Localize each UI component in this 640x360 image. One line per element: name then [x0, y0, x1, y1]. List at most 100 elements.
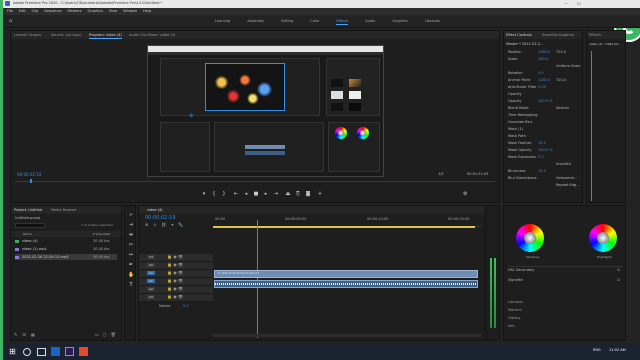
panel-markers[interactable]: Markers [508, 306, 623, 314]
ec-row[interactable]: Opacity [508, 91, 580, 97]
tab-source[interactable]: Source: (no clips) [51, 32, 81, 38]
track-toggle-icons[interactable]: 🔒 ◉ 👁 [167, 270, 183, 275]
tab-essential-graphics[interactable]: Essential Graphics [542, 32, 574, 38]
col-frame-rate[interactable]: Frame Rate [93, 232, 110, 236]
track-label[interactable]: A3 [147, 295, 155, 299]
track-header[interactable]: V3 🔒 ◉ 👁 [139, 254, 213, 262]
ec-row-value[interactable]: 100.0 % [538, 98, 552, 104]
play-icon[interactable]: ■ [253, 191, 259, 197]
home-icon[interactable]: ⌂ [9, 18, 12, 24]
menu-view[interactable]: View [109, 8, 117, 15]
ec-sequence-label[interactable]: video (4) * 2021-02... [589, 41, 623, 48]
ec-row[interactable]: Mask Feather 10.0 [508, 140, 580, 146]
ec-master-row[interactable]: Master * 2021-02-2... [506, 41, 582, 48]
ec-row[interactable]: Blend Mode Normal [508, 105, 580, 111]
menu-edit[interactable]: Edit [19, 8, 26, 15]
ec-row-value-2[interactable]: 720.0 [556, 49, 566, 55]
project-search-input[interactable] [15, 223, 45, 228]
pen-tool-icon[interactable]: ✒ [128, 262, 134, 268]
program-timecode[interactable]: 00:00:02:19 [17, 172, 41, 177]
program-playhead[interactable] [30, 179, 32, 183]
menu-clip[interactable]: Clip [32, 8, 39, 15]
track-header[interactable]: V2 🔒 ◉ 👁 [139, 262, 213, 270]
audio-clip[interactable] [214, 280, 478, 288]
selection-tool-icon[interactable]: ➤ [128, 212, 134, 218]
ec-row[interactable]: Anti-flicker Filter 0.00 [508, 84, 580, 90]
timeline-scrollbar[interactable] [213, 334, 481, 337]
timeline-ruler[interactable]: 00:00 00:00:05:00 00:00:10:00 00:00:15:0… [213, 215, 481, 228]
ec-row[interactable]: Gaussian Blur [508, 119, 580, 125]
nest-icon[interactable]: ⊞ [145, 222, 148, 227]
tab-audio-clip-mixer[interactable]: Audio Clip Mixer: video (4) [129, 32, 175, 38]
timeline-playhead[interactable] [257, 220, 258, 338]
ec-row-value-2[interactable]: Normal [556, 105, 569, 111]
new-item-icon[interactable]: ▢ [103, 332, 107, 337]
project-item[interactable]: video (1).mp4 30.00 fps [15, 246, 117, 252]
slip-tool-icon[interactable]: ↔ [128, 252, 134, 258]
ec-row[interactable]: Blurriness 70.0 [508, 168, 580, 174]
go-to-in-icon[interactable]: ⇤ [233, 191, 239, 197]
monitor-settings-icon[interactable]: ⚙ [463, 191, 467, 197]
ec-row[interactable]: Mask Opacity 100.0 % [508, 147, 580, 153]
ec-row-value[interactable]: 0.0 [538, 154, 544, 160]
fit-dropdown[interactable]: 1/2 [438, 172, 444, 176]
video-clip[interactable]: fx 2021-02-26 22-09-13.mp4 [V] [214, 270, 478, 278]
timeline-settings-icon[interactable]: 🔧 [178, 222, 183, 227]
export-frame-icon[interactable]: ◙ [305, 191, 311, 197]
anchor-point-icon[interactable]: ⊕ [189, 113, 193, 119]
step-back-icon[interactable]: ◂ [243, 191, 249, 197]
track-toggle-icons[interactable]: 🔒 ◉ 👁 [167, 262, 183, 267]
vignette-checkbox[interactable]: ☑ [617, 278, 620, 282]
ec-row[interactable]: Mask (1) [508, 126, 580, 132]
taskbar-premiere-icon[interactable] [65, 347, 74, 356]
program-scrub-bar[interactable] [15, 181, 495, 182]
workspace-effects[interactable]: Effects [336, 18, 349, 25]
track-label[interactable]: V1 [147, 271, 155, 275]
icon-view-icon[interactable]: ▦ [31, 332, 35, 337]
ec-row[interactable]: Repeat Edg... [508, 182, 580, 188]
track-header[interactable]: A2 🔒 ◉ 👁 [139, 286, 213, 294]
track-header[interactable]: V1 🔒 ◉ 👁 [139, 270, 213, 278]
tab-media-browser[interactable]: Media Browser [51, 207, 77, 213]
menu-help[interactable]: Help [143, 8, 151, 15]
hsl-secondary-section[interactable]: HSL Secondary [508, 268, 534, 272]
ec-row[interactable]: Uniform Scale [508, 63, 580, 69]
hand-tool-icon[interactable]: ✋ [128, 272, 134, 278]
button-editor-icon[interactable]: + [317, 191, 323, 197]
windows-start-icon[interactable]: ⊞ [9, 347, 16, 356]
ec-row[interactable]: Rotation 0.0 [508, 70, 580, 76]
tab-lumetri-scopes[interactable]: Lumetri Scopes [14, 32, 41, 38]
trash-icon[interactable]: 🗑 [111, 332, 116, 337]
master-value[interactable]: 0.0 [183, 304, 189, 308]
tab-sequence[interactable]: video (4) [147, 207, 163, 213]
go-to-out-icon[interactable]: ⇥ [273, 191, 279, 197]
ec-row-value[interactable]: 0.0 [538, 70, 544, 76]
add-marker-icon[interactable]: ▾ [201, 191, 207, 197]
panel-libraries[interactable]: Libraries [508, 298, 623, 306]
program-video-frame[interactable] [147, 45, 384, 177]
maximize-icon[interactable]: ☐ [577, 1, 581, 6]
track-header[interactable]: A3 🔒 ◉ 👁 [139, 294, 213, 302]
track-label[interactable]: V3 [147, 255, 155, 259]
highlights-color-wheel[interactable] [589, 224, 617, 252]
add-marker-tl-icon[interactable]: ▾ [171, 222, 173, 227]
track-toggle-icons[interactable]: 🔒 ◉ 👁 [167, 286, 183, 291]
step-forward-icon[interactable]: ▸ [263, 191, 269, 197]
tab-effect-controls[interactable]: Effect Controls [506, 32, 532, 38]
track-header[interactable]: A1 🔒 ◉ 👁 [139, 278, 213, 286]
lift-icon[interactable]: ⏏ [285, 191, 291, 197]
linked-icon[interactable]: ⛓ [161, 222, 166, 227]
ripple-edit-icon[interactable]: ⇼ [128, 232, 134, 238]
ec-row[interactable]: Mask Expansion 0.0 [508, 154, 580, 160]
workspace-editing[interactable]: Editing [281, 18, 293, 25]
ec-row-value-2[interactable]: Horizontal... [556, 175, 577, 181]
ec-row[interactable]: Inverted [508, 161, 580, 167]
mark-out-icon[interactable]: } [221, 191, 227, 197]
track-toggle-icons[interactable]: 🔒 ◉ 👁 [167, 294, 183, 299]
ec-row-value[interactable]: 0.00 [538, 84, 546, 90]
menu-file[interactable]: File [7, 8, 13, 15]
timeline-timecode[interactable]: 00:00:02:19 [145, 215, 176, 221]
vignette-section[interactable]: Vignette [508, 278, 523, 282]
track-label[interactable]: A1 [147, 279, 155, 283]
ec-row[interactable]: Time Remapping [508, 112, 580, 118]
